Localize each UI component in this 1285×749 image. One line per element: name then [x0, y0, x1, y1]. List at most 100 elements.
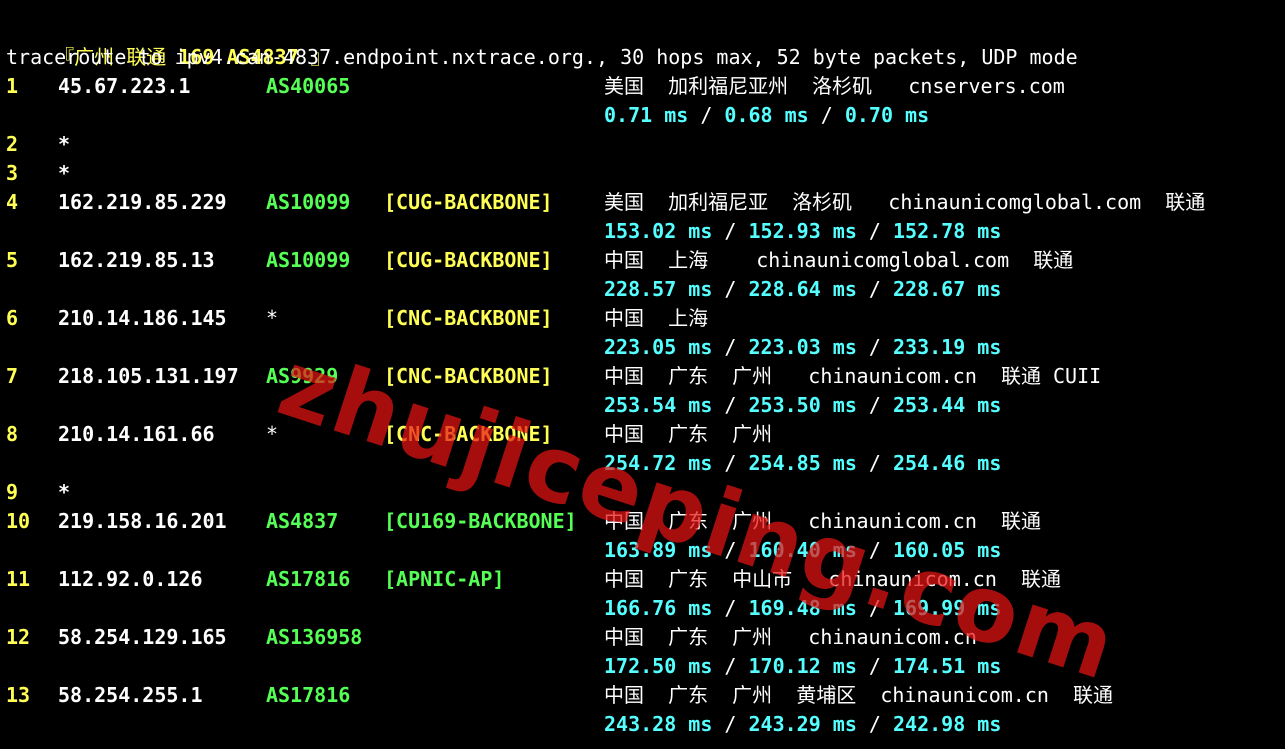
rtt-separator: / — [856, 335, 893, 359]
hop-geo: 中国 上海 — [604, 306, 709, 330]
hop-ip: 210.14.161.66 — [58, 422, 215, 446]
rtt-separator: / — [688, 103, 725, 127]
rtt-value: 169.99 ms — [893, 596, 1002, 620]
hop-rtt-row: 172.50 ms / 170.12 ms / 174.51 ms — [6, 652, 1281, 681]
hop-ip: 58.254.129.165 — [58, 625, 227, 649]
hop-ip: 162.219.85.13 — [58, 248, 215, 272]
hop-timeout: * — [58, 161, 71, 185]
rtt-value: 152.78 ms — [893, 219, 1002, 243]
hop-asn: AS10099 — [266, 248, 351, 272]
hop-ip: 45.67.223.1 — [58, 74, 191, 98]
hop-rtt: 163.89 ms / 160.40 ms / 160.05 ms — [604, 536, 1001, 565]
rtt-value: 254.85 ms — [748, 451, 857, 475]
hop-backbone-tag: [APNIC-AP] — [384, 567, 505, 591]
rtt-value: 228.64 ms — [748, 277, 857, 301]
hop-geo: 中国 广东 广州 chinaunicom.cn 联通 CUII — [604, 364, 1102, 388]
rtt-separator: / — [712, 451, 749, 475]
hop-backbone-tag: [CU169-BACKBONE] — [384, 509, 577, 533]
rtt-value: 170.12 ms — [748, 654, 857, 678]
hop-rtt-row: 163.89 ms / 160.40 ms / 160.05 ms — [6, 536, 1281, 565]
hop-row: 13 58.254.255.1 AS17816 中国 广东 广州 黄埔区 chinau… — [6, 681, 1281, 710]
hop-row: 1 45.67.223.1 AS40065 美国 加利福尼亚州 洛杉矶 cnserve… — [6, 72, 1281, 101]
command-line: traceroute to ipv4.can-4837.endpoint.nxt… — [6, 45, 1078, 69]
hop-row: 2 * — [6, 130, 1281, 159]
route-title: 『广州 联通 169 AS4837 』 — [6, 14, 331, 69]
hop-ip: 210.14.186.145 — [58, 306, 227, 330]
hop-asn: AS40065 — [266, 74, 351, 98]
hop-row: 7 218.105.131.197 AS9929 [CNC-BACKBONE] 中国 广… — [6, 362, 1281, 391]
hop-row: 3 * — [6, 159, 1281, 188]
rtt-separator: / — [712, 596, 749, 620]
hop-rtt-row: 0.71 ms / 0.68 ms / 0.70 ms — [6, 101, 1281, 130]
hop-rtt: 0.71 ms / 0.68 ms / 0.70 ms — [604, 101, 929, 130]
hop-ip: 218.105.131.197 — [58, 364, 239, 388]
hop-number: 13 — [6, 683, 31, 707]
hop-row: 10 219.158.16.201 AS4837 [CU169-BACKBONE] 中国… — [6, 507, 1281, 536]
hop-row: 6 210.14.186.145 * [CNC-BACKBONE] 中国 上海 — [6, 304, 1281, 333]
hop-number: 1 — [6, 74, 19, 98]
rtt-separator: / — [856, 538, 893, 562]
rtt-value: 254.72 ms — [604, 451, 713, 475]
hop-row: 12 58.254.129.165 AS136958 中国 广东 广州 chinaun… — [6, 623, 1281, 652]
rtt-value: 153.02 ms — [604, 219, 713, 243]
hop-rtt-row: 253.54 ms / 253.50 ms / 253.44 ms — [6, 391, 1281, 420]
rtt-value: 228.67 ms — [893, 277, 1002, 301]
rtt-value: 254.46 ms — [893, 451, 1002, 475]
hop-backbone-tag: [CUG-BACKBONE] — [384, 190, 553, 214]
hop-ip: 58.254.255.1 — [58, 683, 203, 707]
hop-rtt-row: 223.05 ms / 223.03 ms / 233.19 ms — [6, 333, 1281, 362]
hop-rtt-row: 243.28 ms / 243.29 ms / 242.98 ms — [6, 710, 1281, 739]
rtt-value: 0.68 ms — [724, 103, 809, 127]
hop-asn: * — [266, 306, 279, 330]
hop-number: 2 — [6, 132, 19, 156]
rtt-value: 174.51 ms — [893, 654, 1002, 678]
hop-rtt-row: 254.72 ms / 254.85 ms / 254.46 ms — [6, 449, 1281, 478]
hop-rtt-row: 153.02 ms / 152.93 ms / 152.78 ms — [6, 217, 1281, 246]
rtt-value: 253.54 ms — [604, 393, 713, 417]
rtt-value: 233.19 ms — [893, 335, 1002, 359]
rtt-value: 152.93 ms — [748, 219, 857, 243]
rtt-separator: / — [712, 393, 749, 417]
rtt-separator: / — [856, 596, 893, 620]
hop-row: 5 162.219.85.13 AS10099 [CUG-BACKBONE] 中国 上海… — [6, 246, 1281, 275]
hop-geo: 美国 加利福尼亚 洛杉矶 chinaunicomglobal.com 联通 — [604, 190, 1206, 214]
hop-geo: 中国 广东 广州 chinaunicom.cn — [604, 625, 977, 649]
rtt-value: 0.71 ms — [604, 103, 689, 127]
rtt-value: 160.05 ms — [893, 538, 1002, 562]
hop-rtt: 153.02 ms / 152.93 ms / 152.78 ms — [604, 217, 1001, 246]
hop-backbone-tag: [CNC-BACKBONE] — [384, 306, 553, 330]
rtt-value: 253.50 ms — [748, 393, 857, 417]
rtt-value: 172.50 ms — [604, 654, 713, 678]
hop-rtt-row: 228.57 ms / 228.64 ms / 228.67 ms — [6, 275, 1281, 304]
rtt-value: 223.05 ms — [604, 335, 713, 359]
hop-rtt: 243.28 ms / 243.29 ms / 242.98 ms — [604, 710, 1001, 739]
hop-rtt: 228.57 ms / 228.64 ms / 228.67 ms — [604, 275, 1001, 304]
hop-number: 3 — [6, 161, 19, 185]
hop-geo: 中国 广东 广州 — [604, 422, 773, 446]
rtt-value: 242.98 ms — [893, 712, 1002, 736]
rtt-separator: / — [712, 335, 749, 359]
hop-number: 12 — [6, 625, 31, 649]
hop-geo: 美国 加利福尼亚州 洛杉矶 cnservers.com — [604, 74, 1065, 98]
rtt-value: 0.70 ms — [844, 103, 930, 127]
rtt-separator: / — [712, 712, 749, 736]
hop-number: 9 — [6, 480, 19, 504]
hop-rtt-row: 166.76 ms / 169.48 ms / 169.99 ms — [6, 594, 1281, 623]
rtt-separator: / — [856, 219, 893, 243]
rtt-value: 223.03 ms — [748, 335, 857, 359]
rtt-value: 160.40 ms — [748, 538, 857, 562]
hop-ip: 219.158.16.201 — [58, 509, 227, 533]
hop-number: 4 — [6, 190, 19, 214]
hop-backbone-tag: [CNC-BACKBONE] — [384, 364, 553, 388]
hop-backbone-tag: [CUG-BACKBONE] — [384, 248, 553, 272]
hop-ip: 162.219.85.229 — [58, 190, 227, 214]
hop-number: 11 — [6, 567, 31, 591]
hop-row: 11 112.92.0.126 AS17816 [APNIC-AP] 中国 广东 中山市… — [6, 565, 1281, 594]
hop-geo: 中国 上海 chinaunicomglobal.com 联通 — [604, 248, 1074, 272]
rtt-separator: / — [712, 654, 749, 678]
rtt-separator: / — [856, 451, 893, 475]
hop-rtt: 223.05 ms / 223.03 ms / 233.19 ms — [604, 333, 1001, 362]
hop-rtt: 172.50 ms / 170.12 ms / 174.51 ms — [604, 652, 1001, 681]
rtt-separator: / — [856, 277, 893, 301]
hop-asn: AS17816 — [266, 683, 351, 707]
